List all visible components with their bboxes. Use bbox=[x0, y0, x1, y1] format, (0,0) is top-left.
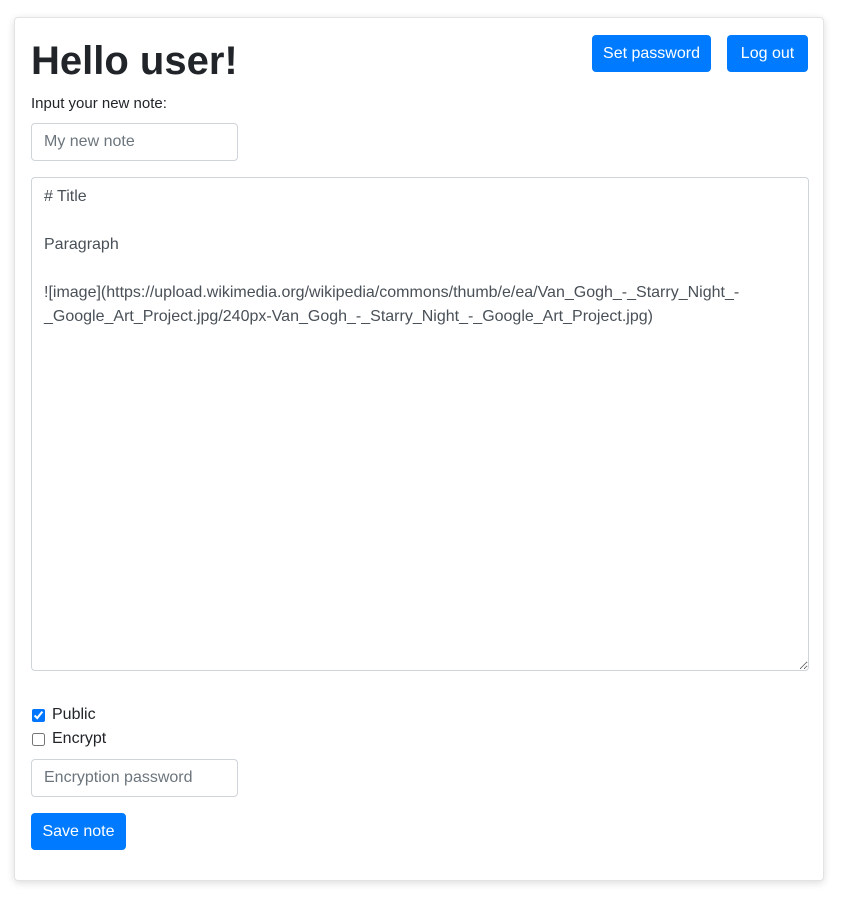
public-checkbox[interactable] bbox=[32, 708, 45, 722]
encrypt-checkbox[interactable] bbox=[32, 732, 45, 746]
save-note-button[interactable]: Save note bbox=[31, 813, 126, 850]
note-body-textarea[interactable]: # Title Paragraph ![image](https://uploa… bbox=[31, 177, 809, 671]
encrypt-checkbox-label: Encrypt bbox=[52, 730, 107, 747]
note-title-input[interactable] bbox=[31, 123, 238, 161]
note-input-label: Input your new note: bbox=[31, 95, 167, 112]
encryption-password-input[interactable] bbox=[31, 759, 238, 797]
note-editor-card: Hello user! Set password Log out Input y… bbox=[14, 17, 824, 881]
public-checkbox-label: Public bbox=[52, 706, 96, 723]
log-out-button[interactable]: Log out bbox=[727, 35, 808, 72]
set-password-button[interactable]: Set password bbox=[592, 35, 711, 72]
page-title: Hello user! bbox=[31, 39, 238, 83]
public-checkbox-row[interactable]: Public bbox=[31, 704, 96, 726]
encrypt-checkbox-row[interactable]: Encrypt bbox=[31, 728, 106, 750]
